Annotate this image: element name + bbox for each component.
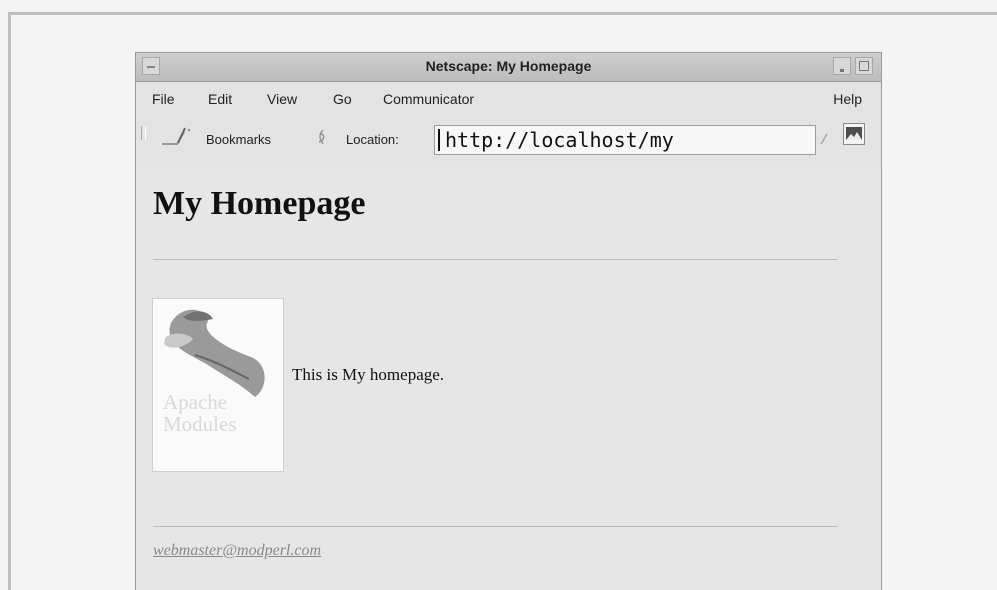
book-cover-illustration	[164, 309, 265, 397]
netscape-icon[interactable]	[843, 123, 865, 145]
menu-help[interactable]: Help	[833, 91, 862, 107]
location-toolbar: " Bookmarks Location: ▸ ▬	[136, 112, 881, 230]
webmaster-email-link[interactable]: webmaster@modperl.com	[153, 542, 321, 560]
location-icon[interactable]	[316, 128, 330, 146]
outer-frame-left	[8, 12, 11, 590]
minimize-button[interactable]	[833, 57, 851, 75]
horizontal-rule-bottom	[153, 526, 838, 527]
outer-frame-top	[10, 12, 997, 15]
menu-bar: File Edit View Go Communicator Help	[136, 82, 881, 112]
book-cover-image: Apache Modules	[152, 298, 284, 472]
menu-communicator[interactable]: Communicator	[383, 91, 474, 107]
bookmarks-label[interactable]: Bookmarks	[206, 132, 271, 147]
toolbar-grip[interactable]	[141, 126, 146, 140]
window-title: Netscape: My Homepage	[425, 58, 592, 74]
menu-view[interactable]: View	[267, 91, 297, 107]
title-bar: Netscape: My Homepage	[136, 53, 881, 82]
page-title: My Homepage	[153, 185, 366, 222]
svg-text:": "	[187, 128, 191, 137]
page-content: My Homepage Apache Modules This is My ho…	[136, 171, 881, 590]
bookmarks-icon[interactable]: "	[160, 126, 198, 148]
chevron-down-icon[interactable]	[819, 132, 829, 146]
intro-text: This is My homepage.	[292, 365, 445, 384]
location-label: Location:	[346, 132, 399, 147]
menu-edit[interactable]: Edit	[208, 91, 232, 107]
text-cursor	[438, 129, 440, 151]
menu-go[interactable]: Go	[333, 91, 352, 107]
maximize-button[interactable]	[855, 57, 873, 75]
menu-file[interactable]: File	[152, 91, 175, 107]
horizontal-rule-top	[153, 259, 838, 260]
book-cover-title: Apache Modules	[163, 390, 237, 436]
location-input[interactable]	[434, 125, 816, 155]
netscape-window: Netscape: My Homepage File Edit View Go …	[135, 52, 882, 590]
